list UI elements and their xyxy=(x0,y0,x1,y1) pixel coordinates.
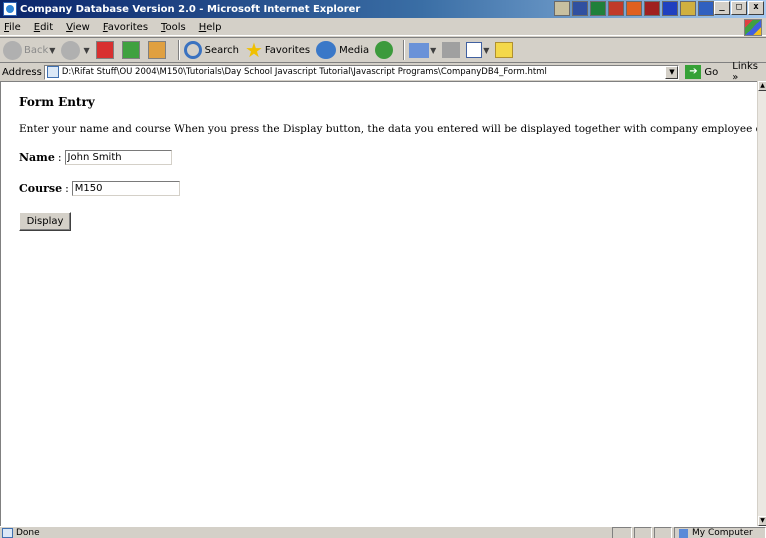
name-colon: : xyxy=(57,151,62,164)
name-label: Name xyxy=(19,151,55,164)
chevron-down-icon[interactable]: ▼ xyxy=(483,46,489,55)
menu-file[interactable]: File xyxy=(4,22,21,33)
publisher-icon[interactable] xyxy=(680,1,696,16)
page-title: Form Entry xyxy=(19,95,95,109)
menu-view[interactable]: View xyxy=(66,22,90,33)
computer-icon xyxy=(679,528,688,538)
favorites-button[interactable]: ★ Favorites xyxy=(244,38,311,62)
chevron-down-icon[interactable]: ▼ xyxy=(430,46,436,55)
menu-edit[interactable]: Edit xyxy=(34,22,53,33)
messenger-button[interactable] xyxy=(495,42,514,58)
status-pane xyxy=(612,527,632,538)
title-bar[interactable]: Company Database Version 2.0 - Microsoft… xyxy=(0,0,766,18)
forward-arrow-icon xyxy=(61,40,81,60)
home-button[interactable] xyxy=(147,41,168,59)
course-row: Course : M150 xyxy=(19,181,180,196)
ie-page-icon xyxy=(3,2,17,16)
status-panes: My Computer xyxy=(610,527,766,538)
status-pane xyxy=(634,527,652,538)
status-text: Done xyxy=(16,527,40,538)
search-icon xyxy=(183,41,202,59)
frontpage-icon[interactable] xyxy=(662,1,678,16)
intro-text: Enter your name and course When you pres… xyxy=(19,123,766,135)
menu-favorites[interactable]: Favorites xyxy=(103,22,148,33)
address-value: D:\Rifat Stuff\OU 2004\M150\Tutorials\Da… xyxy=(61,67,547,77)
outlook-icon[interactable] xyxy=(644,1,660,16)
excel-icon[interactable] xyxy=(590,1,606,16)
powerpoint-icon[interactable] xyxy=(626,1,642,16)
toolbar-separator xyxy=(177,40,180,60)
menu-tools[interactable]: Tools xyxy=(161,22,186,33)
minimize-button[interactable]: _ xyxy=(714,1,730,15)
course-colon: : xyxy=(65,182,69,195)
address-bar: Address D:\Rifat Stuff\OU 2004\M150\Tuto… xyxy=(0,61,766,83)
history-icon xyxy=(375,41,394,59)
scroll-up-icon[interactable]: ▲ xyxy=(758,81,766,91)
window-title: Company Database Version 2.0 - Microsoft… xyxy=(20,3,361,15)
media-icon xyxy=(316,41,337,59)
security-zone: My Computer xyxy=(674,527,766,538)
media-button[interactable]: Media xyxy=(316,41,369,59)
app-icon[interactable] xyxy=(698,1,714,16)
zone-label: My Computer xyxy=(692,528,753,538)
home-icon xyxy=(147,41,166,59)
links-button[interactable]: Links » xyxy=(732,61,766,83)
word-edit-icon xyxy=(466,42,483,58)
back-arrow-icon xyxy=(3,40,22,60)
vertical-scrollbar[interactable]: ▲ ▼ xyxy=(757,81,766,526)
address-label: Address xyxy=(2,66,42,78)
forward-button[interactable]: ▼ xyxy=(61,40,90,60)
mail-button[interactable]: ▼ xyxy=(409,42,436,58)
menu-help[interactable]: Help xyxy=(199,22,222,33)
course-label: Course xyxy=(19,182,63,195)
close-button[interactable]: x xyxy=(748,1,764,15)
print-icon xyxy=(442,42,461,58)
course-input[interactable]: M150 xyxy=(71,181,180,196)
name-row: Name : John Smith xyxy=(19,150,172,165)
standard-toolbar: Back ▼ ▼ Search ★ Favorites Media ▼ ▼ xyxy=(0,37,766,63)
address-input[interactable]: D:\Rifat Stuff\OU 2004\M150\Tutorials\Da… xyxy=(43,64,680,80)
mail-icon xyxy=(409,42,430,58)
status-bar: Done My Computer xyxy=(0,526,766,538)
chevron-down-icon[interactable]: ▼ xyxy=(665,65,679,79)
refresh-icon xyxy=(121,41,140,59)
media-label: Media xyxy=(339,44,370,56)
messenger-icon xyxy=(495,42,514,58)
status-pane xyxy=(654,527,672,538)
edit-button[interactable]: ▼ xyxy=(466,42,489,58)
windows-logo-icon xyxy=(744,19,762,36)
maximize-button[interactable]: □ xyxy=(731,1,747,15)
page-content: Form Entry Enter your name and course Wh… xyxy=(0,81,766,526)
scroll-down-icon[interactable]: ▼ xyxy=(758,516,766,526)
back-button[interactable]: Back ▼ xyxy=(3,40,55,60)
name-input[interactable]: John Smith xyxy=(64,150,172,165)
search-button[interactable]: Search xyxy=(183,41,239,59)
page-icon xyxy=(46,66,59,78)
chevron-down-icon[interactable]: ▼ xyxy=(83,46,89,55)
print-button[interactable] xyxy=(442,42,461,58)
go-label: Go xyxy=(704,66,719,78)
stop-button[interactable] xyxy=(95,41,116,59)
chevron-down-icon[interactable]: ▼ xyxy=(49,46,55,55)
refresh-button[interactable] xyxy=(121,41,142,59)
history-button[interactable] xyxy=(375,41,394,59)
access-icon[interactable] xyxy=(608,1,624,16)
star-icon: ★ xyxy=(244,38,263,62)
menu-bar: File Edit View Favorites Tools Help xyxy=(0,19,766,36)
go-arrow-icon: ➔ xyxy=(685,65,702,79)
display-button[interactable]: Display xyxy=(19,212,71,231)
stop-icon xyxy=(95,41,114,59)
toolbar-separator xyxy=(403,40,406,60)
go-button[interactable]: ➔ Go xyxy=(685,65,718,79)
search-label: Search xyxy=(204,44,239,56)
back-label: Back xyxy=(24,44,49,56)
favorites-label: Favorites xyxy=(264,44,311,56)
app-shortcut-icon[interactable] xyxy=(554,1,570,16)
word-icon[interactable] xyxy=(572,1,588,16)
window-controls: _ □ x xyxy=(714,1,764,15)
page-done-icon xyxy=(2,527,13,538)
taskbar-shortcuts xyxy=(554,1,714,16)
